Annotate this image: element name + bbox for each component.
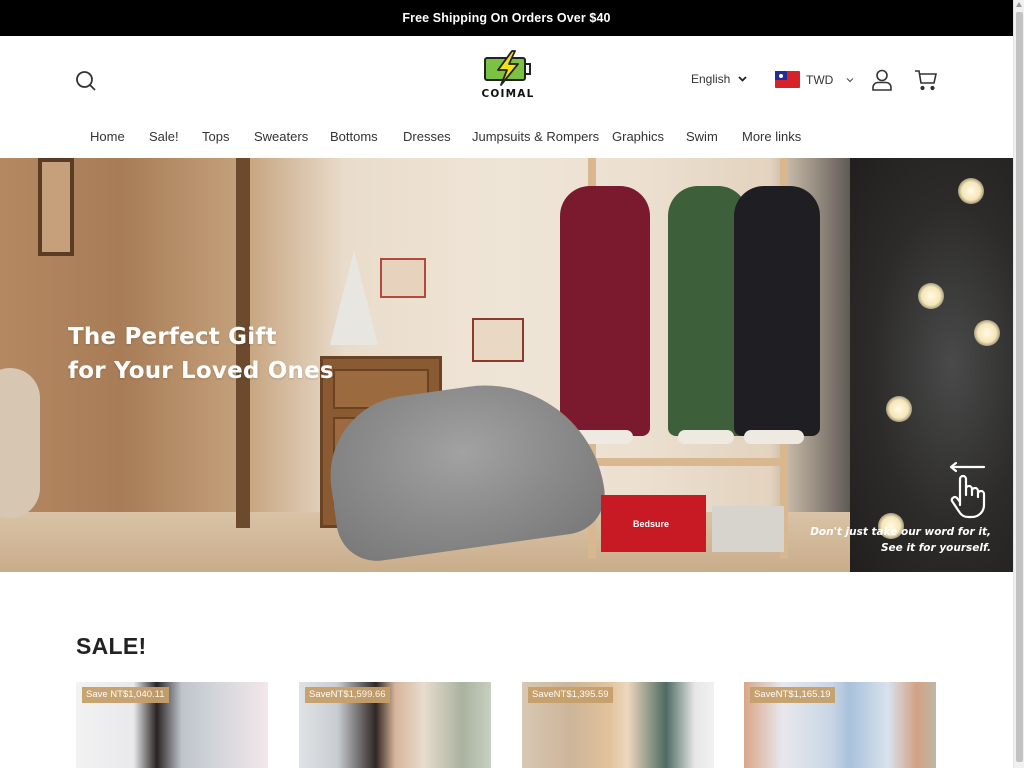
save-badge: SaveNT$1,395.59 xyxy=(528,687,613,703)
currency-selector[interactable]: TWD xyxy=(775,71,855,88)
product-card[interactable]: SaveNT$1,165.19 xyxy=(744,682,936,768)
small-christmas-tree xyxy=(330,250,378,345)
cart-button[interactable] xyxy=(914,69,938,91)
hero-tagline-line-2: See it for yourself. xyxy=(880,542,991,554)
tree-light xyxy=(974,320,1000,346)
search-button[interactable] xyxy=(74,69,98,93)
vertical-scrollbar[interactable] xyxy=(1013,0,1024,768)
gift-box xyxy=(472,318,524,362)
nav-item-jumpsuits-rompers[interactable]: Jumpsuits & Rompers xyxy=(472,129,599,144)
hero-title-line-2: for Your Loved Ones xyxy=(68,358,334,384)
nav-item-home[interactable]: Home xyxy=(90,129,125,144)
gift-box xyxy=(712,506,784,552)
product-card[interactable]: SaveNT$1,395.59 xyxy=(522,682,714,768)
clothes-rack-shelf xyxy=(588,458,788,466)
tree-light xyxy=(886,396,912,422)
page: Free Shipping On Orders Over $40 COIMAL … xyxy=(0,0,1013,768)
currency-label: TWD xyxy=(806,72,834,87)
red-hooded-blanket xyxy=(560,186,650,444)
hero-title-line-1: The Perfect Gift xyxy=(68,324,277,350)
save-badge: Save NT$1,040.11 xyxy=(82,687,169,703)
save-badge: SaveNT$1,165.19 xyxy=(750,687,835,703)
nav-item-bottoms[interactable]: Bottoms xyxy=(330,129,378,144)
nav-item-tops[interactable]: Tops xyxy=(202,129,229,144)
chevron-down-icon xyxy=(738,76,747,82)
user-icon xyxy=(872,69,892,91)
product-card[interactable]: Save NT$1,040.11 xyxy=(76,682,268,768)
swipe-hand-icon xyxy=(949,461,986,519)
box-brand-label: Bedsure xyxy=(633,519,670,529)
site-header: COIMAL English TWD xyxy=(0,36,1013,122)
bedsure-gift-box: Bedsure xyxy=(601,495,706,552)
scrollbar-thumb[interactable] xyxy=(1016,12,1023,762)
language-selector[interactable]: English xyxy=(691,72,747,86)
main-nav: Home Sale! Tops Sweaters Bottoms Dresses… xyxy=(0,122,1013,158)
armchair xyxy=(0,368,40,518)
announcement-text: Free Shipping On Orders Over $40 xyxy=(402,11,611,25)
announcement-bar: Free Shipping On Orders Over $40 xyxy=(0,0,1013,36)
nav-item-swim[interactable]: Swim xyxy=(686,129,718,144)
account-button[interactable] xyxy=(871,69,893,91)
save-badge: SaveNT$1,599.66 xyxy=(305,687,390,703)
black-hooded-blanket xyxy=(734,186,820,444)
sale-section-title: SALE! xyxy=(76,633,147,659)
chevron-down-icon xyxy=(846,77,854,82)
sale-product-grid: Save NT$1,040.11 SaveNT$1,599.66 SaveNT$… xyxy=(76,682,938,768)
logo[interactable]: COIMAL xyxy=(478,50,538,106)
nav-item-sweaters[interactable]: Sweaters xyxy=(254,129,308,144)
hero-tagline-line-1: Don't just take our word for it, xyxy=(810,526,991,538)
logo-text: COIMAL xyxy=(481,88,535,100)
tree-light xyxy=(918,283,944,309)
tree-light xyxy=(958,178,984,204)
nav-item-sale[interactable]: Sale! xyxy=(149,129,179,144)
product-card[interactable]: SaveNT$1,599.66 xyxy=(299,682,491,768)
wall-picture-frame xyxy=(38,158,74,256)
hero-tagline: Don't just take our word for it, See it … xyxy=(810,524,991,556)
scroll-up-arrow-icon[interactable] xyxy=(1016,2,1022,7)
hero-title: The Perfect Gift for Your Loved Ones xyxy=(68,320,334,388)
language-label: English xyxy=(691,72,731,86)
gift-box xyxy=(380,258,426,298)
nav-item-graphics[interactable]: Graphics xyxy=(612,129,664,144)
battery-bolt-logo-icon xyxy=(484,50,531,86)
nav-item-dresses[interactable]: Dresses xyxy=(403,129,451,144)
taiwan-flag-icon xyxy=(775,71,800,88)
cart-icon xyxy=(915,70,937,91)
nav-item-more-links[interactable]: More links xyxy=(742,129,801,144)
hero-banner[interactable]: Bedsure The Perfect Gift for Your Loved … xyxy=(0,158,1013,572)
search-icon xyxy=(76,71,96,91)
